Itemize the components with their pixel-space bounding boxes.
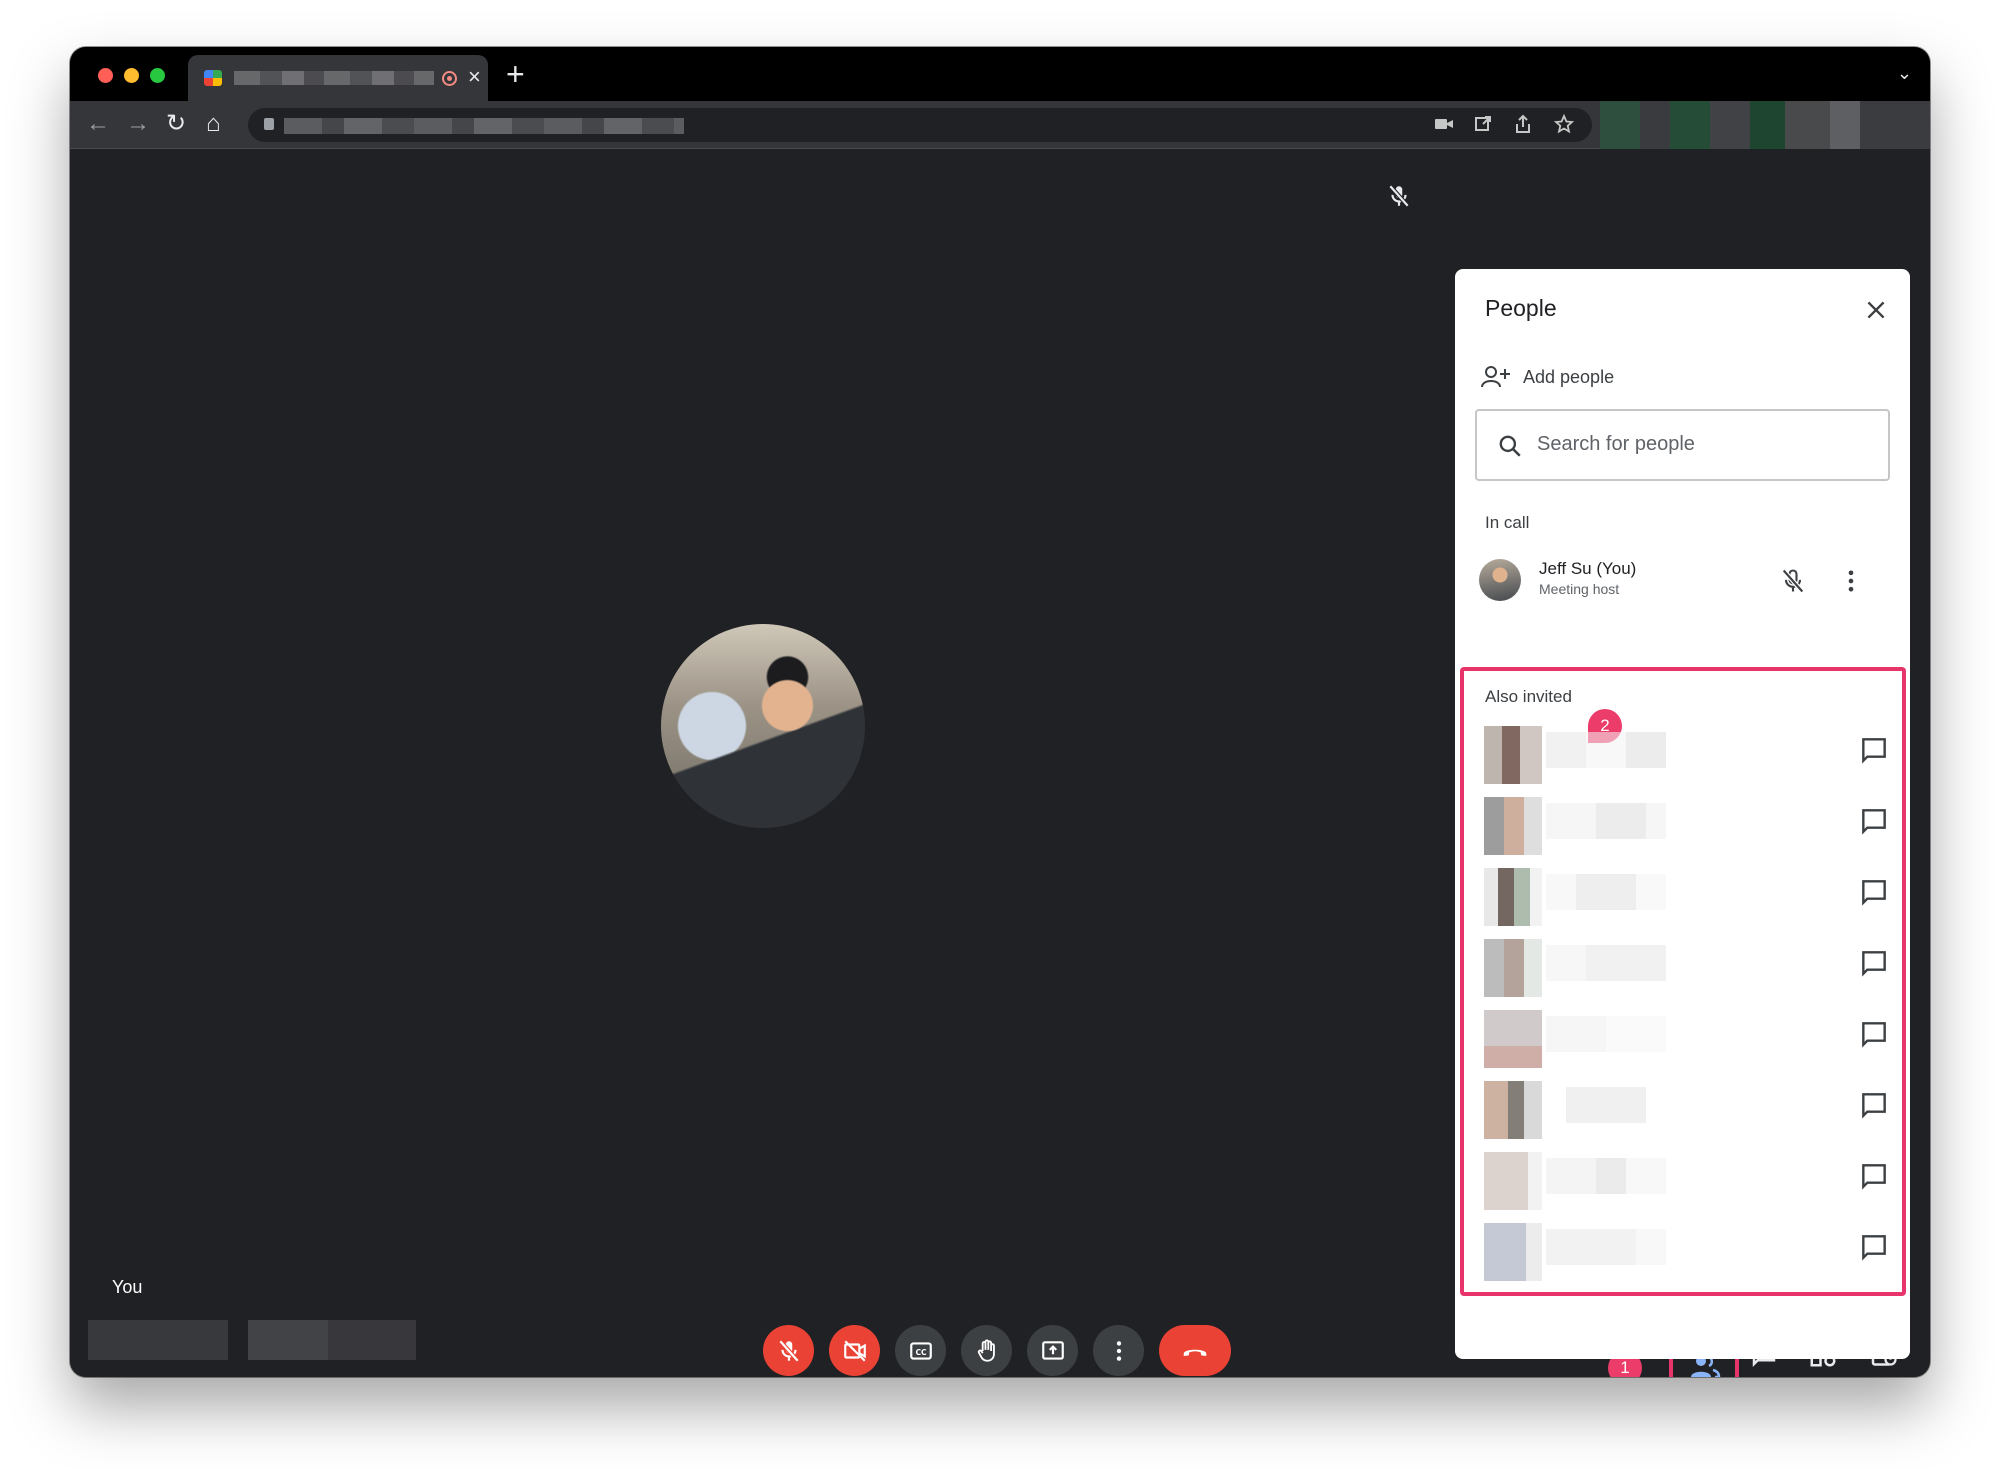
raise-hand-button[interactable] [961, 1325, 1012, 1376]
active-tab[interactable]: × [188, 55, 488, 101]
invitee-name-redacted [1546, 1016, 1666, 1052]
more-vert-icon [1116, 1340, 1121, 1361]
camera-in-use-icon[interactable] [1434, 116, 1454, 132]
captions-button[interactable]: CC [895, 1325, 946, 1376]
forward-arrow-icon[interactable]: → [126, 109, 150, 139]
list-item[interactable] [1484, 797, 1894, 855]
svg-text:CC: CC [915, 1347, 927, 1356]
tab-search-chevron-icon[interactable]: ⌄ [1897, 63, 1912, 84]
minimize-window-button[interactable] [124, 68, 139, 83]
lock-icon [264, 118, 274, 130]
invitee-avatar-redacted [1484, 868, 1542, 926]
more-options-button[interactable] [1093, 1325, 1144, 1376]
invitee-name-redacted [1546, 1087, 1666, 1123]
bookmark-star-icon[interactable] [1554, 114, 1574, 134]
also-invited-section: Also invited [1460, 667, 1906, 1296]
invitee-avatar-redacted [1484, 1223, 1542, 1281]
extensions-area-redacted [1600, 101, 1930, 149]
list-item[interactable] [1484, 1081, 1894, 1139]
panel-title: People [1485, 295, 1557, 321]
invitee-name-redacted [1546, 945, 1666, 981]
home-icon[interactable]: ⌂ [206, 109, 221, 139]
message-icon[interactable] [1858, 734, 1890, 766]
leave-call-button[interactable] [1159, 1325, 1231, 1376]
invitee-name-redacted [1546, 1229, 1666, 1265]
invitee-name-redacted [1546, 1158, 1666, 1194]
participant-row[interactable]: Jeff Su (You) Meeting host [1479, 559, 1889, 607]
participant-avatar [661, 624, 865, 828]
person-add-icon [1481, 366, 1510, 388]
url-redacted [284, 118, 684, 134]
invitee-name-redacted [1546, 874, 1666, 910]
hand-icon [977, 1339, 995, 1362]
in-call-heading: In call [1485, 513, 1530, 532]
message-icon[interactable] [1858, 1089, 1890, 1121]
message-icon[interactable] [1858, 805, 1890, 837]
invitee-name-redacted [1546, 803, 1666, 839]
invitee-avatar-redacted [1484, 939, 1542, 997]
message-icon[interactable] [1858, 947, 1890, 979]
present-button[interactable] [1027, 1325, 1078, 1376]
message-icon[interactable] [1858, 876, 1890, 908]
message-icon[interactable] [1858, 1160, 1890, 1192]
camera-off-button[interactable] [829, 1325, 880, 1376]
add-people-label: Add people [1523, 366, 1615, 387]
message-icon[interactable] [1858, 1231, 1890, 1263]
invitee-avatar-redacted [1484, 1010, 1542, 1068]
browser-toolbar: ← → ↻ ⌂ [70, 101, 1930, 149]
mic-off-button[interactable] [763, 1325, 814, 1376]
meeting-stage: You CC 1 People Add people Search for pe… [70, 149, 1930, 1377]
call-controls: CC [763, 1325, 1231, 1376]
participant-role: Meeting host [1539, 581, 1620, 597]
list-item[interactable] [1484, 868, 1894, 926]
tab-bar: × + ⌄ [70, 47, 1930, 101]
message-icon[interactable] [1858, 1018, 1890, 1050]
meeting-code-redacted [88, 1320, 416, 1360]
list-item[interactable] [1484, 939, 1894, 997]
list-item[interactable] [1484, 726, 1894, 784]
mic-off-icon[interactable] [1779, 567, 1807, 595]
tab-title-redacted [234, 71, 434, 85]
more-vert-icon[interactable] [1837, 567, 1865, 595]
invitee-avatar-redacted [1484, 1152, 1542, 1210]
muted-indicator-icon [1388, 184, 1410, 208]
meet-favicon-icon [204, 70, 222, 86]
search-placeholder: Search for people [1537, 433, 1695, 455]
list-item[interactable] [1484, 1223, 1894, 1281]
window-controls [98, 68, 165, 83]
mic-off-icon [778, 1339, 799, 1362]
search-icon [1499, 435, 1521, 457]
list-item[interactable] [1484, 1010, 1894, 1068]
zoom-window-button[interactable] [150, 68, 165, 83]
reload-icon[interactable]: ↻ [166, 109, 186, 139]
recording-indicator-icon [442, 71, 457, 86]
self-tile-label: You [112, 1277, 143, 1297]
call-end-icon [1183, 1349, 1207, 1356]
invitee-avatar-redacted [1484, 797, 1542, 855]
invitee-avatar-redacted [1484, 726, 1542, 784]
tab-close-icon[interactable]: × [468, 65, 481, 89]
share-icon[interactable] [1514, 114, 1532, 134]
close-window-button[interactable] [98, 68, 113, 83]
new-tab-button[interactable]: + [506, 58, 525, 90]
participant-name: Jeff Su (You) [1539, 559, 1637, 578]
add-people-button[interactable]: Add people [1481, 365, 1614, 389]
invitee-avatar-redacted [1484, 1081, 1542, 1139]
open-external-icon[interactable] [1474, 115, 1492, 133]
also-invited-heading: Also invited [1485, 687, 1572, 706]
invitee-name-redacted [1546, 732, 1666, 768]
present-screen-icon [1041, 1340, 1064, 1360]
back-arrow-icon[interactable]: ← [86, 109, 110, 139]
browser-window: × + ⌄ ← → ↻ ⌂ You CC 1 People Add people… [70, 47, 1930, 1377]
close-icon[interactable] [1863, 297, 1889, 323]
participant-avatar [1479, 559, 1521, 601]
address-bar[interactable] [248, 108, 1592, 142]
list-item[interactable] [1484, 1152, 1894, 1210]
search-people-input[interactable]: Search for people [1475, 409, 1890, 481]
closed-captions-icon: CC [909, 1341, 932, 1360]
videocam-off-icon [843, 1339, 866, 1362]
